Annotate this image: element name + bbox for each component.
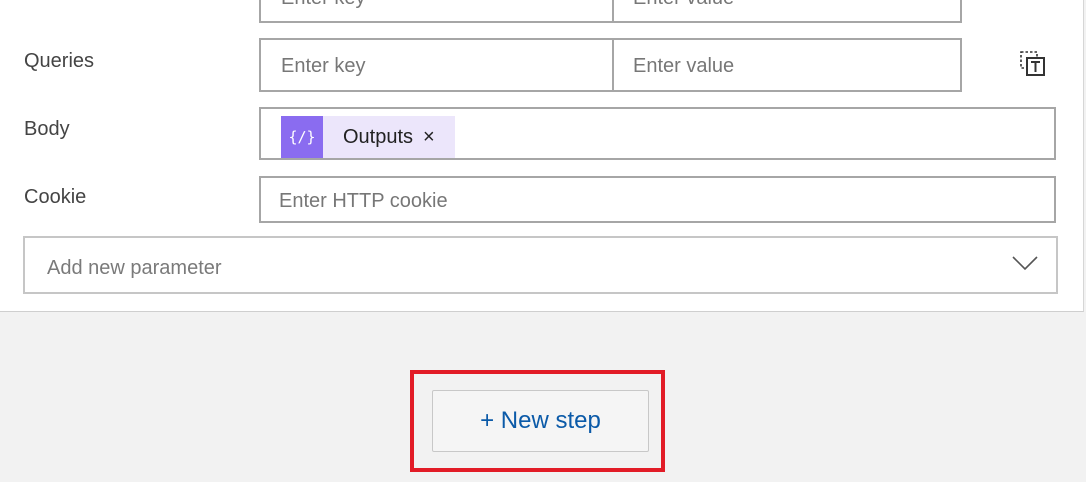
- expression-icon: {∕}: [281, 116, 323, 158]
- add-parameter-dropdown[interactable]: Add new parameter: [23, 236, 1058, 294]
- token-label: Outputs: [343, 125, 414, 148]
- headers-divider: [612, 0, 614, 21]
- body-label: Body: [24, 118, 70, 140]
- cookie-label: Cookie: [24, 186, 87, 208]
- outputs-token[interactable]: {∕} Outputs ×: [281, 116, 455, 158]
- chevron-down-icon[interactable]: [1012, 255, 1038, 271]
- queries-key-input[interactable]: Enter key: [281, 55, 365, 78]
- queries-row: Enter key Enter value: [259, 38, 962, 92]
- headers-key-input[interactable]: Enter key: [281, 0, 365, 10]
- queries-label: Queries: [24, 50, 95, 72]
- headers-row: Enter key Enter value: [259, 0, 962, 23]
- body-input[interactable]: {∕} Outputs ×: [259, 107, 1056, 160]
- cookie-placeholder: Enter HTTP cookie: [279, 190, 448, 212]
- headers-value-input[interactable]: Enter value: [633, 0, 734, 10]
- delete-row-icon[interactable]: [1018, 49, 1048, 79]
- action-card: Enter key Enter value Queries Enter key …: [0, 0, 1084, 312]
- add-parameter-placeholder: Add new parameter: [47, 257, 222, 279]
- queries-divider: [612, 40, 614, 90]
- remove-token-icon[interactable]: ×: [423, 126, 435, 149]
- queries-value-input[interactable]: Enter value: [633, 55, 734, 78]
- new-step-button[interactable]: + New step: [432, 390, 649, 452]
- cookie-input[interactable]: Enter HTTP cookie: [259, 176, 1056, 223]
